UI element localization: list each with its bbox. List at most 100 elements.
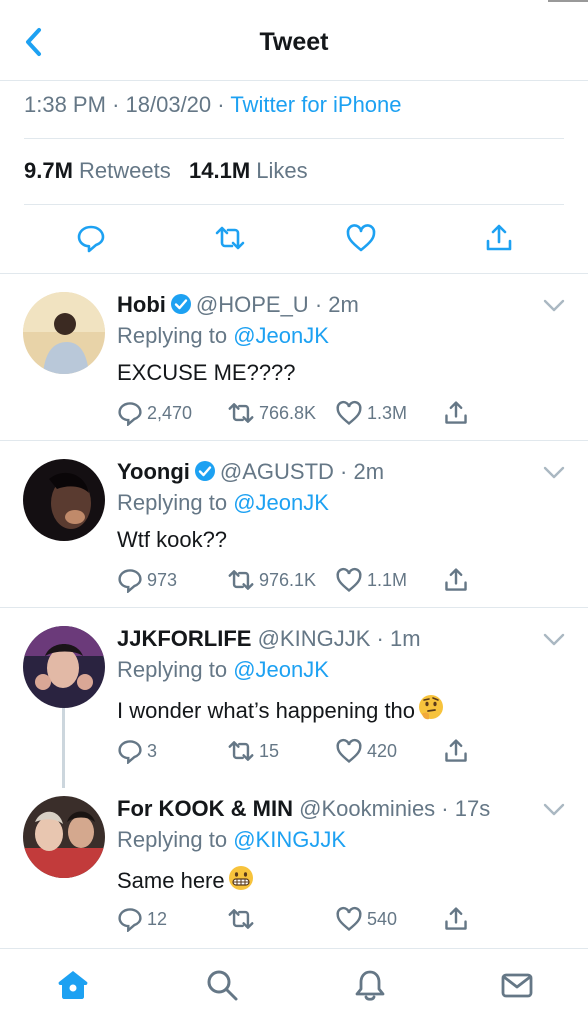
replying-to-handle[interactable]: @JeonJK bbox=[233, 490, 329, 515]
share-icon bbox=[445, 401, 467, 424]
replying-to: Replying to @JeonJK bbox=[117, 323, 329, 348]
share-button[interactable] bbox=[443, 904, 473, 934]
tweet-text: EXCUSE ME???? bbox=[117, 360, 296, 385]
reply-tweet[interactable]: Yoongi @AGUSTD · 2m Replying to @JeonJK W… bbox=[0, 441, 588, 607]
heart-icon bbox=[336, 400, 362, 425]
timestamp: 1m bbox=[389, 626, 421, 651]
tweet-text: I wonder what’s happening tho bbox=[117, 694, 445, 724]
grimacing-face-icon bbox=[228, 866, 253, 890]
reply-icon bbox=[118, 908, 142, 932]
replying-to: Replying to @JeonJK bbox=[117, 657, 329, 682]
divider bbox=[24, 204, 564, 205]
messages-icon bbox=[501, 973, 533, 998]
retweet-button[interactable]: 766.8K bbox=[227, 398, 316, 428]
avatar[interactable] bbox=[23, 796, 105, 878]
notifications-icon bbox=[355, 970, 385, 1001]
reply-header: Yoongi @AGUSTD · 2m bbox=[117, 459, 385, 484]
home-icon bbox=[58, 971, 88, 999]
status-indicator-line bbox=[548, 0, 588, 2]
replying-to-handle[interactable]: @JeonJK bbox=[233, 323, 329, 348]
timestamp: 2m bbox=[328, 292, 359, 317]
reply-tweet[interactable]: Hobi @HOPE_U · 2m Replying to @JeonJK EXC… bbox=[0, 274, 588, 440]
divider bbox=[24, 138, 564, 139]
retweet-icon bbox=[228, 403, 254, 423]
tab-notifications[interactable] bbox=[350, 965, 390, 1005]
replying-to-handle[interactable]: @KINGJJK bbox=[233, 827, 346, 852]
retweet-icon bbox=[228, 570, 254, 590]
retweet-button[interactable] bbox=[212, 220, 248, 256]
tab-bar bbox=[0, 948, 588, 1025]
retweet-button[interactable] bbox=[227, 904, 259, 934]
replying-to: Replying to @KINGJJK bbox=[117, 827, 346, 852]
page-title: Tweet bbox=[259, 28, 329, 56]
handle[interactable]: @AGUSTD bbox=[220, 459, 334, 484]
share-button[interactable] bbox=[443, 398, 473, 428]
retweet-icon bbox=[228, 909, 254, 929]
like-button[interactable]: 1.3M bbox=[335, 398, 407, 428]
handle[interactable]: @HOPE_U bbox=[196, 292, 309, 317]
tweet-date: 18/03/20 bbox=[125, 92, 212, 117]
reply-tweet[interactable]: For KOOK & MIN @Kookminies · 17s Replyin… bbox=[0, 778, 588, 948]
replying-to-handle[interactable]: @JeonJK bbox=[233, 657, 329, 682]
reply-button[interactable]: 973 bbox=[117, 565, 177, 595]
tweet-text: Wtf kook?? bbox=[117, 527, 228, 552]
tab-home[interactable] bbox=[53, 965, 93, 1005]
likes-stat[interactable]: 14.1M Likes bbox=[189, 158, 308, 183]
retweet-button[interactable]: 976.1K bbox=[227, 565, 316, 595]
reply-icon bbox=[118, 569, 142, 593]
share-icon bbox=[486, 224, 512, 251]
reply-icon bbox=[77, 225, 105, 253]
tweet-source-link[interactable]: Twitter for iPhone bbox=[230, 92, 401, 117]
heart-icon bbox=[336, 567, 362, 592]
avatar[interactable] bbox=[23, 459, 105, 541]
retweet-button[interactable]: 15 bbox=[227, 736, 279, 766]
retweet-icon bbox=[215, 226, 245, 250]
reply-button[interactable]: 12 bbox=[117, 904, 167, 934]
handle[interactable]: @KINGJJK bbox=[258, 626, 371, 651]
navigation-bar: Tweet bbox=[0, 0, 588, 81]
reply-button[interactable] bbox=[73, 220, 109, 256]
display-name[interactable]: Yoongi bbox=[117, 459, 190, 484]
tweet-time: 1:38 PM bbox=[24, 92, 106, 117]
chevron-down-icon[interactable] bbox=[542, 298, 566, 314]
share-icon bbox=[445, 739, 467, 762]
heart-icon bbox=[336, 738, 362, 763]
retweets-stat[interactable]: 9.7M Retweets bbox=[24, 158, 171, 183]
avatar[interactable] bbox=[23, 626, 105, 708]
tab-search[interactable] bbox=[202, 965, 242, 1005]
share-button[interactable] bbox=[481, 220, 517, 256]
chevron-down-icon[interactable] bbox=[542, 802, 566, 818]
like-button[interactable]: 1.1M bbox=[335, 565, 407, 595]
chevron-down-icon[interactable] bbox=[542, 632, 566, 648]
reply-actions: 12 540 bbox=[117, 904, 477, 934]
share-button[interactable] bbox=[443, 736, 473, 766]
reply-button[interactable]: 3 bbox=[117, 736, 157, 766]
reply-icon bbox=[118, 402, 142, 426]
retweet-icon bbox=[228, 741, 254, 761]
thinking-face-icon bbox=[419, 695, 444, 720]
reply-actions: 3 15 420 bbox=[117, 736, 477, 766]
handle[interactable]: @Kookminies bbox=[299, 796, 435, 821]
verified-badge-icon bbox=[194, 461, 215, 481]
reply-header: JJKFORLIFE @KINGJJK · 1m bbox=[117, 626, 421, 651]
replying-to: Replying to @JeonJK bbox=[117, 490, 329, 515]
reply-header: For KOOK & MIN @Kookminies · 17s bbox=[117, 796, 491, 821]
reply-icon bbox=[118, 740, 142, 764]
tweet-text: Same here bbox=[117, 864, 255, 894]
share-button[interactable] bbox=[443, 565, 473, 595]
reply-button[interactable]: 2,470 bbox=[117, 398, 192, 428]
like-button[interactable]: 540 bbox=[335, 904, 397, 934]
reply-tweet[interactable]: JJKFORLIFE @KINGJJK · 1m Replying to @Je… bbox=[0, 608, 588, 784]
chevron-down-icon[interactable] bbox=[542, 465, 566, 481]
reply-actions: 973 976.1K 1.1M bbox=[117, 565, 477, 595]
like-button[interactable] bbox=[343, 220, 379, 256]
tweet-meta: 1:38 PM · 18/03/20 · Twitter for iPhone bbox=[24, 92, 402, 117]
display-name[interactable]: For KOOK & MIN bbox=[117, 796, 293, 821]
display-name[interactable]: JJKFORLIFE bbox=[117, 626, 251, 651]
heart-icon bbox=[336, 906, 362, 931]
verified-badge-icon bbox=[170, 294, 191, 314]
tab-messages[interactable] bbox=[497, 965, 537, 1005]
avatar[interactable] bbox=[23, 292, 105, 374]
display-name[interactable]: Hobi bbox=[117, 292, 166, 317]
like-button[interactable]: 420 bbox=[335, 736, 397, 766]
